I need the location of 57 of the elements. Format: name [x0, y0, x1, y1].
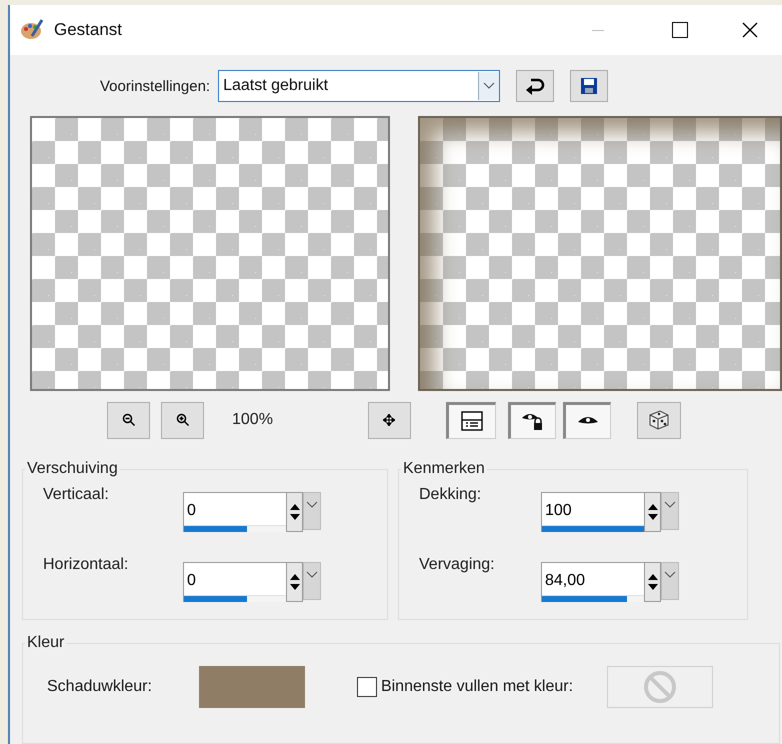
layout-icon: [460, 411, 483, 431]
group-title: Kenmerken: [402, 460, 486, 478]
return-arrow-icon: [525, 77, 546, 95]
spin-arrows[interactable]: [286, 562, 304, 602]
move-button[interactable]: [368, 402, 411, 438]
zoom-level: 100%: [232, 411, 273, 429]
eye-lock-icon: [520, 411, 545, 431]
up-down-arrows-icon: [290, 573, 300, 591]
field-label: Dekking:: [419, 485, 482, 504]
eye-lock-button[interactable]: [508, 402, 556, 438]
chevron-down-icon: [664, 571, 676, 579]
number-field[interactable]: 0: [183, 562, 286, 602]
dropdown-button[interactable]: [661, 562, 679, 600]
fill-color-button[interactable]: [607, 666, 714, 708]
up-down-arrows-icon: [648, 573, 658, 591]
spin-arrows[interactable]: [644, 492, 662, 532]
checkbox-label: Binnenste vullen met kleur:: [380, 678, 574, 696]
maximize-icon: [672, 22, 688, 38]
dice-icon: [648, 409, 670, 431]
field-label: Vervaging:: [419, 555, 496, 574]
dice-button[interactable]: [636, 402, 681, 438]
dropdown-button[interactable]: [303, 492, 321, 530]
zoom-out-icon: [122, 413, 136, 427]
chevron-down-icon: [306, 571, 318, 579]
number-field[interactable]: 84,00: [541, 562, 644, 602]
window-title: Gestanst: [54, 20, 122, 40]
presets-label: Voorinstellingen:: [100, 78, 210, 94]
checkbox[interactable]: [356, 677, 377, 697]
chevron-down-icon: [483, 82, 496, 90]
save-button[interactable]: [570, 70, 608, 102]
field-label: Verticaal:: [43, 485, 110, 504]
zoom-in-icon: [176, 413, 190, 427]
shadow-color-label: Schaduwkleur:: [47, 678, 152, 696]
field-label: Horizontaal:: [43, 555, 130, 574]
zoom-in-button[interactable]: [161, 402, 204, 438]
group-title: Verschuiving: [26, 460, 119, 478]
spin-arrows[interactable]: [286, 492, 304, 532]
group-title: Kleur: [26, 634, 66, 652]
layout-button[interactable]: [446, 402, 496, 438]
dropdown-button[interactable]: [303, 562, 321, 600]
palette-icon: [20, 18, 44, 42]
move-icon: [383, 414, 396, 426]
dropdown-button[interactable]: [661, 492, 679, 530]
no-entry-icon: [643, 670, 678, 704]
spin-arrows[interactable]: [644, 562, 662, 602]
number-field[interactable]: 100: [541, 492, 644, 532]
close-icon: [742, 22, 758, 38]
eye-button[interactable]: [562, 402, 611, 438]
reset-button[interactable]: [516, 70, 554, 102]
zoom-out-button[interactable]: [107, 402, 150, 438]
up-down-arrows-icon: [648, 503, 658, 521]
up-down-arrows-icon: [290, 503, 300, 521]
number-field[interactable]: 0: [183, 492, 286, 532]
chevron-down-icon: [306, 501, 318, 509]
shadow-color-swatch[interactable]: [198, 666, 305, 708]
presets-dropdown[interactable]: Laatst gebruikt: [218, 70, 500, 102]
chevron-down-icon: [664, 501, 676, 509]
